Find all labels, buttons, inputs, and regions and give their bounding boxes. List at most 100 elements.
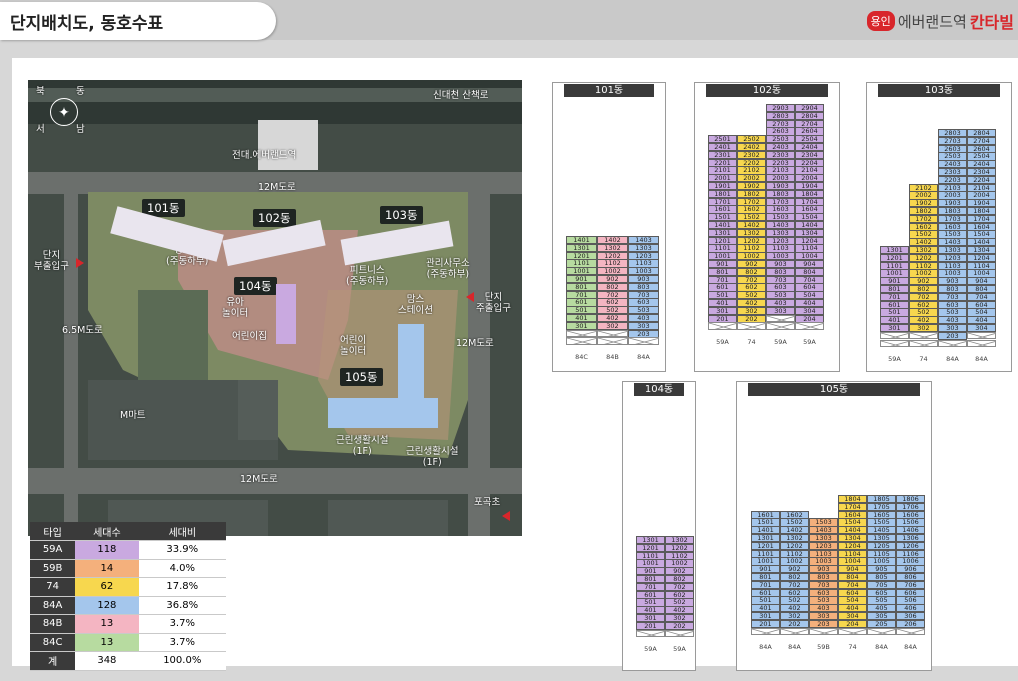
label-school: 포곡초 — [474, 497, 501, 508]
type-label: 84B — [606, 353, 619, 362]
label-play2: 어린이 놀이터 — [340, 335, 367, 357]
type-label: 59A — [673, 645, 686, 654]
brand-name: 에버랜드역 — [897, 12, 967, 31]
stats-ratio-cell: 17.8% — [138, 577, 226, 597]
stats-ratio-cell: 33.9% — [138, 540, 226, 560]
empty-floor-cell — [566, 337, 597, 345]
block-102: 102동 — [253, 209, 296, 227]
stats-row: 74 62 17.8% — [30, 577, 226, 597]
stats-type-cell: 계 — [30, 651, 76, 671]
stats-row: 59B 14 4.0% — [30, 559, 226, 578]
stats-count-cell: 128 — [75, 596, 139, 615]
type-label: 59A — [803, 338, 816, 347]
stats-ratio-cell: 36.8% — [138, 596, 226, 615]
block-105: 105동 — [340, 368, 383, 386]
type-label: 59A — [644, 645, 657, 654]
stats-header-row: 타입 세대수 세대비 — [30, 522, 226, 541]
stats-ratio-cell: 3.7% — [138, 633, 226, 652]
building-105-wing-shape — [328, 398, 438, 428]
building-name: 101동 — [564, 84, 654, 97]
stats-row: 59A 118 33.9% — [30, 540, 226, 560]
type-label: 84C — [575, 353, 588, 362]
label-play1: 유아 놀이터 — [222, 297, 249, 319]
label-retail2: 근린생활시설 (1F) — [406, 446, 459, 468]
label-road-top: 신대천 산책로 — [433, 90, 489, 101]
empty-floor-cell — [597, 337, 628, 345]
label-entrance-right: 단지 주출입구 — [476, 292, 511, 314]
type-label: 84A — [975, 355, 988, 364]
type-label: 59A — [716, 338, 729, 347]
compass-north-label: 북 — [36, 86, 45, 97]
type-label: 84A — [788, 643, 801, 652]
label-daycare: 어린이집 — [232, 331, 267, 342]
stats-count-cell: 62 — [75, 577, 139, 597]
type-label: 84A — [759, 643, 772, 652]
empty-floor-cell — [766, 314, 795, 323]
label-road-12m-right: 12M도로 — [456, 338, 494, 349]
unit-type-stats-table: 타입 세대수 세대비 59A 118 33.9% 59B 14 4.0% 74 62 17.8%… — [30, 522, 226, 671]
stats-ratio-cell: 4.0% — [138, 559, 226, 578]
empty-floor-cell — [795, 322, 824, 330]
label-entrance-left: 단지 부출입구 — [34, 250, 69, 272]
stats-type-cell: 74 — [30, 577, 76, 597]
stats-ratio-cell: 100.0% — [138, 651, 226, 671]
stats-header-count: 세대수 — [75, 522, 139, 541]
label-road-65: 6.5M도로 — [62, 325, 103, 336]
type-label: 74 — [919, 355, 928, 364]
stats-type-cell: 59B — [30, 559, 76, 578]
site-map: 신대천 산책로 전대.에버랜드역 12M도로 6.5M도로 12M도로 12M도… — [28, 80, 522, 536]
empty-floor-cell — [766, 322, 795, 330]
building-name: 103동 — [878, 84, 1000, 97]
stats-count-cell: 118 — [75, 540, 139, 560]
label-mart: M마트 — [120, 410, 146, 421]
building-name: 104동 — [634, 383, 684, 396]
empty-floor-cell — [628, 337, 659, 345]
empty-floor-cell — [597, 329, 628, 338]
stats-type-cell: 59A — [30, 540, 76, 560]
page-root: 단지배치도, 동호수표 용인 에버랜드역 칸타빌 신대천 산책로 전대.에버랜드… — [0, 0, 1018, 681]
type-label: 84A — [946, 355, 959, 364]
top-bar: 단지배치도, 동호수표 용인 에버랜드역 칸타빌 — [0, 0, 1018, 40]
empty-floor-cell — [880, 331, 909, 340]
block-103: 103동 — [380, 206, 423, 224]
label-retail1: 근린생활시설 (1F) — [336, 435, 389, 457]
empty-floor-cell — [896, 627, 925, 636]
empty-floor-cell — [880, 339, 909, 348]
stats-header-type: 타입 — [30, 522, 76, 541]
label-road-12m-top: 12M도로 — [258, 182, 296, 193]
stats-header-ratio: 세대비 — [138, 522, 226, 541]
empty-floor-cell — [809, 627, 838, 636]
building-name: 102동 — [706, 84, 828, 97]
stats-type-cell: 84B — [30, 614, 76, 634]
stats-count-cell: 13 — [75, 633, 139, 652]
type-label: 84A — [904, 643, 917, 652]
empty-floor-cell — [909, 339, 938, 348]
type-label: 59A — [888, 355, 901, 364]
stats-type-cell: 84A — [30, 596, 76, 615]
label-station: 전대.에버랜드역 — [232, 150, 297, 161]
type-label: 59A — [774, 338, 787, 347]
building-105-shape — [398, 324, 424, 404]
school-marker-icon — [502, 511, 510, 521]
entrance-right-marker-icon — [466, 292, 474, 302]
building-name: 105동 — [748, 383, 920, 396]
brand-sub: 칸타빌 — [969, 13, 1014, 32]
empty-floor-cell — [838, 627, 867, 636]
type-label: 59B — [817, 643, 830, 652]
compass-west-label: 서 — [36, 124, 45, 135]
empty-floor-cell — [867, 627, 896, 636]
stats-ratio-cell: 3.7% — [138, 614, 226, 634]
label-fitness: 피트니스 (주동하부) — [346, 265, 389, 287]
block-104: 104동 — [234, 277, 277, 295]
type-label: 74 — [747, 338, 756, 347]
stats-count-cell: 348 — [75, 651, 139, 671]
page-title: 단지배치도, 동호수표 — [0, 2, 276, 40]
empty-floor-cell — [737, 322, 766, 330]
empty-floor-cell — [636, 629, 665, 638]
empty-floor-cell — [751, 627, 780, 636]
label-office: 관리사무소 (주동하부) — [426, 258, 470, 280]
compass-icon: ✦ — [50, 98, 78, 126]
label-mom: 맘스 스테이션 — [398, 294, 433, 316]
empty-floor-cell — [967, 339, 996, 348]
empty-floor-cell — [665, 629, 694, 638]
